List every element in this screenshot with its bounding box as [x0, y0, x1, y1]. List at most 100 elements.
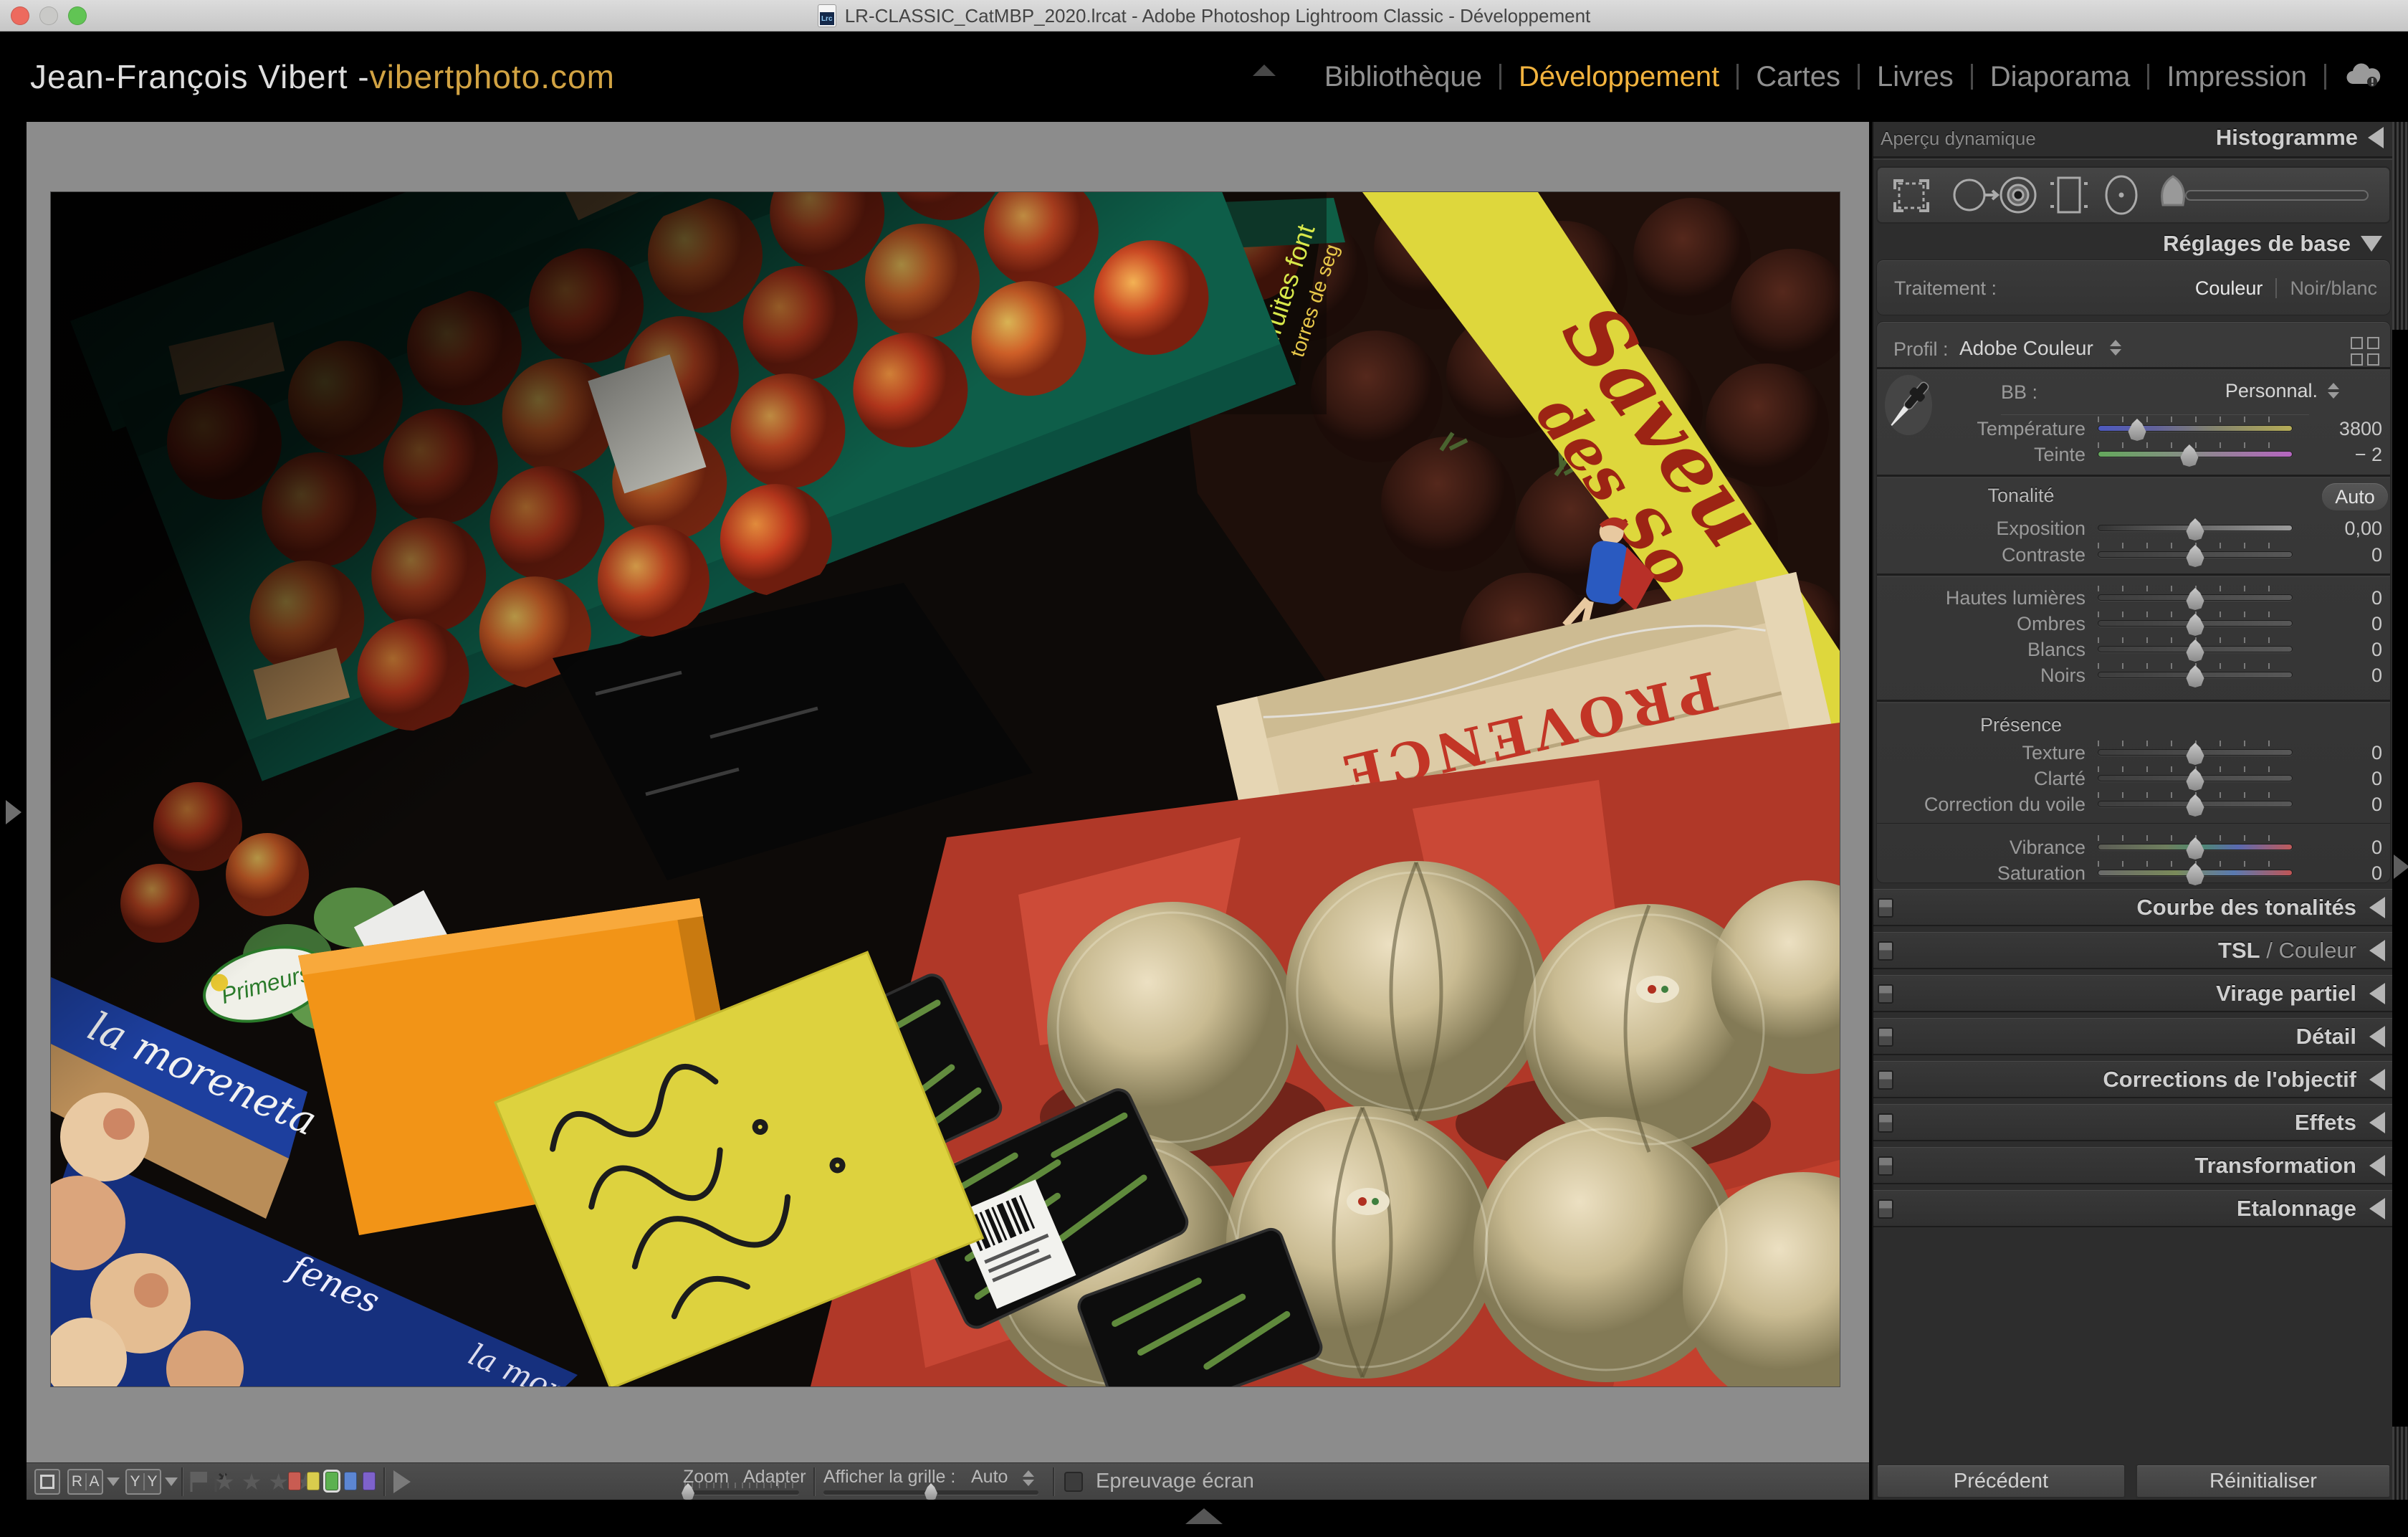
collapse-left-icon[interactable] [2368, 127, 2384, 148]
histogram-panel-title[interactable]: Histogramme [2216, 125, 2358, 151]
profile-updown-icon[interactable] [2110, 340, 2121, 356]
color-label-yellow[interactable] [307, 1472, 320, 1490]
panel-calibration[interactable]: Etalonnage [1873, 1190, 2394, 1227]
profile-browser-icon[interactable] [2351, 337, 2381, 367]
dynamic-preview-label: Aperçu dynamique [1881, 128, 2036, 150]
contrast-track[interactable] [2098, 551, 2293, 558]
reference-view-button[interactable]: RA [67, 1469, 103, 1495]
photo-canvas: fruites font torres de seg [27, 122, 1869, 1462]
panel-hsl-color[interactable]: TSL / Couleur [1873, 932, 2394, 969]
shadows-slider: Ombres 0 [1873, 611, 2394, 637]
slideshow-play-button[interactable] [393, 1470, 411, 1493]
grid-mode-updown-icon[interactable] [1023, 1470, 1034, 1486]
panel-detail[interactable]: Détail [1873, 1018, 2394, 1055]
blacks-track[interactable] [2098, 672, 2293, 678]
wb-updown-icon[interactable] [2328, 383, 2339, 399]
panel-switch[interactable] [1878, 1156, 1893, 1176]
filmstrip-reveal-arrow[interactable] [1185, 1508, 1223, 1524]
crop-tool-icon[interactable] [1895, 181, 1928, 211]
grid-overlay-label: Afficher la grille : [823, 1467, 955, 1488]
grid-size-slider[interactable] [823, 1490, 1038, 1495]
panel-split-toning[interactable]: Virage partiel [1873, 975, 2394, 1012]
module-livres[interactable]: Livres [1877, 61, 1954, 93]
panel-tone-curve[interactable]: Courbe des tonalités [1873, 889, 2394, 926]
saturation-track[interactable] [2098, 870, 2293, 876]
collapse-down-icon [2361, 236, 2382, 252]
exposure-slider: Exposition 0,00 [1873, 515, 2394, 541]
spot-removal-tool-icon[interactable] [1954, 180, 1997, 210]
temperature-track[interactable] [2098, 425, 2293, 432]
soft-proof-checkbox[interactable] [1064, 1472, 1083, 1492]
module-impression[interactable]: Impression [2166, 61, 2307, 93]
panel-transform[interactable]: Transformation [1873, 1147, 2394, 1184]
panel-switch[interactable] [1878, 1113, 1893, 1133]
treatment-bw-option[interactable]: Noir/blanc [2290, 277, 2377, 300]
whites-track[interactable] [2098, 646, 2293, 652]
soft-proof-label[interactable]: Epreuvage écran [1096, 1470, 1254, 1493]
treatment-box: Traitement : Couleur Noir/blanc [1876, 260, 2391, 315]
treatment-color-option[interactable]: Couleur [2195, 277, 2263, 300]
clarity-track[interactable] [2098, 775, 2293, 781]
module-cartes[interactable]: Cartes [1756, 61, 1840, 93]
top-panel-reveal-arrow[interactable] [1253, 65, 1276, 76]
collapse-left-icon [2369, 940, 2385, 961]
color-label-blue[interactable] [344, 1472, 357, 1490]
profile-value[interactable]: Adobe Couleur [1959, 337, 2093, 360]
panel-switch[interactable] [1878, 1027, 1893, 1047]
identity-plate[interactable]: Jean-François Vibert - vibertphoto.com [30, 32, 615, 122]
basic-panel-title[interactable]: Réglages de base [2163, 231, 2351, 257]
color-label-purple[interactable] [363, 1472, 376, 1490]
color-label-red[interactable] [288, 1472, 301, 1490]
auto-button[interactable]: Auto [2322, 483, 2388, 510]
graduated-filter-tool-icon[interactable] [2050, 178, 2088, 212]
tonality-title: Tonalité [1873, 485, 2169, 507]
left-panel-strip [0, 122, 27, 1500]
red-eye-tool-icon[interactable] [2001, 178, 2035, 212]
grid-mode-value[interactable]: Auto [971, 1467, 1008, 1488]
texture-track[interactable] [2098, 749, 2293, 756]
before-after-view-button[interactable]: YY [125, 1469, 161, 1495]
exposure-thumb[interactable] [2187, 518, 2204, 541]
module-separator [1736, 64, 1739, 90]
panel-effects[interactable]: Effets [1873, 1104, 2394, 1141]
cloud-sync-icon[interactable] [2344, 62, 2382, 92]
panel-switch[interactable] [1878, 1199, 1893, 1219]
panel-switch[interactable] [1878, 984, 1893, 1004]
module-bibliotheque[interactable]: Bibliothèque [1324, 61, 1482, 93]
before-after-caret[interactable] [165, 1477, 178, 1486]
left-panel-reveal-arrow[interactable] [6, 800, 22, 824]
wb-value[interactable]: Personnal. [2182, 380, 2318, 402]
right-panel-reveal-arrow[interactable] [2394, 855, 2408, 879]
module-developpement[interactable]: Développement [1519, 61, 1719, 93]
histogram-panel-header[interactable]: Aperçu dynamique Histogramme [1873, 122, 2394, 156]
reset-button[interactable]: Réinitialiser [2136, 1464, 2391, 1498]
panel-switch[interactable] [1878, 1070, 1893, 1090]
vibrance-track[interactable] [2098, 844, 2293, 850]
slider-label: Température [1873, 418, 2086, 440]
loupe-view-button[interactable] [34, 1469, 60, 1495]
saturation-slider: Saturation 0 [1873, 860, 2394, 886]
shadows-track[interactable] [2098, 620, 2293, 627]
panel-switch[interactable] [1878, 898, 1893, 918]
dehaze-track[interactable] [2098, 801, 2293, 807]
basic-panel-header[interactable]: Réglages de base [2163, 231, 2382, 257]
color-label-green[interactable] [325, 1472, 338, 1490]
zoom-slider[interactable] [684, 1490, 799, 1495]
panel-lens-corrections[interactable]: Corrections de l'objectif [1873, 1061, 2394, 1098]
tint-track[interactable] [2098, 451, 2293, 457]
reference-view-caret[interactable] [107, 1477, 120, 1486]
collapse-left-icon [2369, 1026, 2385, 1047]
slider-value: 3800 [2311, 418, 2382, 440]
title-bar: Lrc LR-CLASSIC_CatMBP_2020.lrcat - Adobe… [0, 0, 2408, 32]
exposure-track[interactable] [2098, 525, 2293, 531]
adjustment-brush-tool-icon[interactable] [2162, 176, 2368, 205]
previous-button[interactable]: Précédent [1876, 1464, 2126, 1498]
tint-slider: Teinte − 2 [1873, 442, 2394, 467]
panel-switch[interactable] [1878, 941, 1893, 961]
collapse-left-icon [2369, 1155, 2385, 1176]
photo[interactable]: fruites font torres de seg [51, 192, 1840, 1386]
radial-filter-tool-icon[interactable] [2106, 176, 2136, 214]
module-diaporama[interactable]: Diaporama [1990, 61, 2131, 93]
right-panel-scrollbar[interactable] [2392, 122, 2408, 1500]
highlights-track[interactable] [2098, 594, 2293, 601]
